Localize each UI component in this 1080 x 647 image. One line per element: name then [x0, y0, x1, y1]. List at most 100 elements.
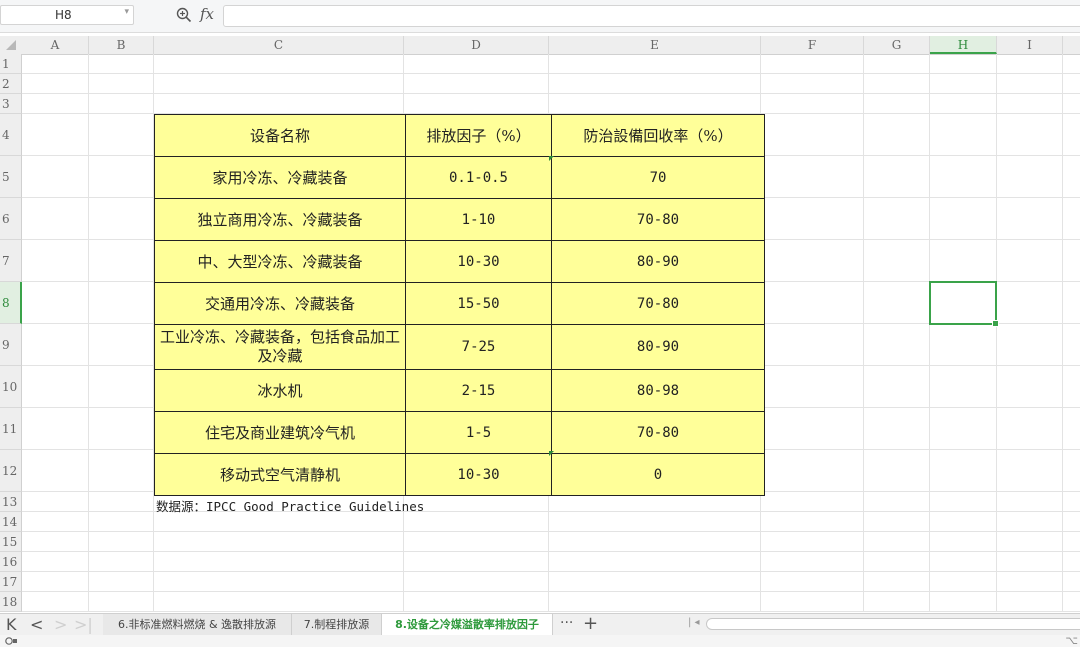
- grid-row-line: [22, 551, 1080, 552]
- select-all-corner[interactable]: [6, 40, 16, 50]
- row-header-9[interactable]: 9: [0, 324, 22, 366]
- table-row: 交通用冷冻、冷藏装备 15-50 70-80: [154, 282, 765, 325]
- equipment-name-cell[interactable]: 冰水机: [154, 369, 406, 412]
- source-note[interactable]: 数据源：IPCC Good Practice Guidelines: [156, 496, 424, 515]
- equipment-name-cell[interactable]: 家用冷冻、冷藏装备: [154, 156, 406, 199]
- emission-factor-cell[interactable]: 1-5: [405, 411, 552, 454]
- table-row: 工业冷冻、冷藏装备，包括食品加工及冷藏 7-25 80-90: [154, 324, 765, 370]
- table-header-cell[interactable]: 排放因子（%）: [405, 114, 552, 157]
- sheet-tab[interactable]: 7.制程排放源: [292, 614, 382, 635]
- column-header-a[interactable]: A: [22, 36, 89, 54]
- row-header-3[interactable]: 3: [0, 94, 22, 114]
- emission-factor-cell[interactable]: 0.1-0.5: [405, 156, 552, 199]
- sheet-tab[interactable]: 6.非标准燃料燃烧 & 逸散排放源: [103, 614, 292, 635]
- table-row: 独立商用冷冻、冷藏装备 1-10 70-80: [154, 198, 765, 241]
- grid-column-line: [929, 54, 930, 612]
- row-header-14[interactable]: 14: [0, 512, 22, 532]
- column-header-d[interactable]: D: [404, 36, 549, 54]
- macro-icon[interactable]: [4, 636, 18, 646]
- grid-row-line: [22, 531, 1080, 532]
- row-header-18[interactable]: 18: [0, 592, 22, 612]
- prev-sheet-button[interactable]: <: [30, 615, 43, 634]
- fx-icon[interactable]: fx: [200, 5, 214, 23]
- formula-input[interactable]: [223, 5, 1080, 27]
- grid-row-line: [22, 591, 1080, 592]
- grid-row-line: [22, 93, 1080, 94]
- recovery-rate-cell[interactable]: 80-98: [551, 369, 765, 412]
- row-header-2[interactable]: 2: [0, 74, 22, 94]
- row-header-13[interactable]: 13: [0, 492, 22, 512]
- horizontal-scrollbar[interactable]: | ◂: [688, 617, 1080, 630]
- row-header-15[interactable]: 15: [0, 532, 22, 552]
- column-header-i[interactable]: I: [997, 36, 1063, 54]
- column-header-bar: ABCDEFGHI: [0, 36, 1080, 55]
- row-header-17[interactable]: 17: [0, 572, 22, 592]
- emission-factor-cell[interactable]: 7-25: [405, 324, 552, 370]
- recovery-rate-cell[interactable]: 80-90: [551, 240, 765, 283]
- column-header-f[interactable]: F: [761, 36, 864, 54]
- column-header-c[interactable]: C: [154, 36, 404, 54]
- scrollbar-thumb[interactable]: [706, 618, 1080, 630]
- column-header-j[interactable]: [1063, 36, 1080, 54]
- row-header-5[interactable]: 5: [0, 156, 22, 198]
- recovery-rate-cell[interactable]: 70-80: [551, 411, 765, 454]
- last-sheet-button[interactable]: >|: [74, 615, 93, 634]
- formula-bar: H8 ▾ fx: [0, 0, 1080, 33]
- row-header-10[interactable]: 10: [0, 366, 22, 408]
- cell-indicator-icon: [549, 451, 554, 456]
- equipment-name-cell[interactable]: 中、大型冷冻、冷藏装备: [154, 240, 406, 283]
- grid-column-line: [863, 54, 864, 612]
- table-row: 冰水机 2-15 80-98: [154, 369, 765, 412]
- recovery-rate-cell[interactable]: 70-80: [551, 282, 765, 325]
- name-box-value: H8: [55, 8, 72, 22]
- status-bar: ⌥: [0, 634, 1080, 647]
- table-header-cell[interactable]: 设备名称: [154, 114, 406, 157]
- emission-factor-cell[interactable]: 2-15: [405, 369, 552, 412]
- row-header-6[interactable]: 6: [0, 198, 22, 240]
- grid-row-line: [22, 571, 1080, 572]
- row-header-4[interactable]: 4: [0, 114, 22, 156]
- equipment-name-cell[interactable]: 交通用冷冻、冷藏装备: [154, 282, 406, 325]
- column-header-e[interactable]: E: [549, 36, 761, 54]
- emission-factor-cell[interactable]: 10-30: [405, 453, 552, 496]
- table-row: 住宅及商业建筑冷气机 1-5 70-80: [154, 411, 765, 454]
- next-sheet-button[interactable]: >: [54, 615, 67, 634]
- equipment-name-cell[interactable]: 移动式空气清静机: [154, 453, 406, 496]
- grid-row-line: [22, 73, 1080, 74]
- first-sheet-button[interactable]: K: [6, 615, 17, 634]
- row-header-12[interactable]: 12: [0, 450, 22, 492]
- equipment-name-cell[interactable]: 工业冷冻、冷藏装备，包括食品加工及冷藏: [154, 324, 406, 370]
- row-header-1[interactable]: 1: [0, 54, 22, 74]
- fill-handle[interactable]: [992, 320, 999, 327]
- selected-cell[interactable]: [929, 281, 999, 327]
- add-sheet-button[interactable]: +: [583, 613, 598, 634]
- equipment-name-cell[interactable]: 住宅及商业建筑冷气机: [154, 411, 406, 454]
- table-header-row: 设备名称 排放因子（%） 防治設備回收率（%）: [154, 114, 765, 157]
- equipment-name-cell[interactable]: 独立商用冷冻、冷藏装备: [154, 198, 406, 241]
- row-header-8[interactable]: 8: [0, 282, 22, 324]
- column-header-g[interactable]: G: [864, 36, 930, 54]
- grid-column-line: [996, 54, 997, 612]
- recovery-rate-cell[interactable]: 70-80: [551, 198, 765, 241]
- status-extra-icon[interactable]: ⌥: [1065, 634, 1078, 647]
- column-header-h[interactable]: H: [930, 36, 997, 54]
- sheet-tab[interactable]: 8.设备之冷媒溢散率排放因子: [382, 614, 553, 635]
- emission-factor-table: 设备名称 排放因子（%） 防治設備回收率（%） 家用冷冻、冷藏装备 0.1-0.5 70 独…: [154, 114, 765, 496]
- recovery-rate-cell[interactable]: 80-90: [551, 324, 765, 370]
- recovery-rate-cell[interactable]: 0: [551, 453, 765, 496]
- more-sheets-button[interactable]: ···: [560, 615, 573, 631]
- scroll-left-icon[interactable]: | ◂: [688, 617, 700, 628]
- table-row: 家用冷冻、冷藏装备 0.1-0.5 70: [154, 156, 765, 199]
- table-header-cell[interactable]: 防治設備回收率（%）: [551, 114, 765, 157]
- row-header-7[interactable]: 7: [0, 240, 22, 282]
- column-header-b[interactable]: B: [89, 36, 154, 54]
- emission-factor-cell[interactable]: 1-10: [405, 198, 552, 241]
- zoom-icon[interactable]: [176, 7, 192, 23]
- emission-factor-cell[interactable]: 10-30: [405, 240, 552, 283]
- row-header-11[interactable]: 11: [0, 408, 22, 450]
- name-box[interactable]: H8 ▾: [0, 5, 134, 25]
- recovery-rate-cell[interactable]: 70: [551, 156, 765, 199]
- row-header-16[interactable]: 16: [0, 552, 22, 572]
- emission-factor-cell[interactable]: 15-50: [405, 282, 552, 325]
- chevron-down-icon[interactable]: ▾: [124, 7, 129, 17]
